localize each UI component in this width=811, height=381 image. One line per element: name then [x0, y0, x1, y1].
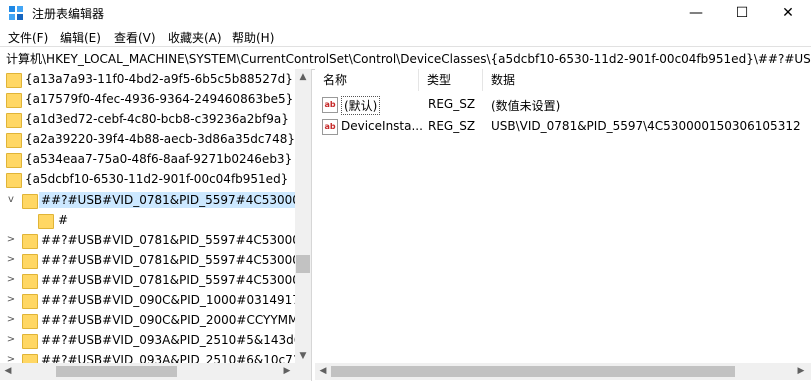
scroll-left-arrow-icon[interactable]: ◀ — [315, 363, 331, 380]
tree-horizontal-scroll-thumb[interactable] — [56, 366, 177, 377]
folder-icon — [22, 254, 38, 269]
folder-icon — [6, 153, 22, 168]
key-tree[interactable]: {a13a7a93-11f0-4bd2-a9f5-6b5c5b88527d} {… — [0, 69, 312, 381]
collapse-chevron-icon[interactable]: v — [6, 195, 16, 205]
tree-node[interactable]: # — [0, 211, 295, 231]
maximize-button[interactable]: ☐ — [719, 0, 765, 26]
column-header-type[interactable]: 类型 — [419, 69, 483, 91]
menu-file[interactable]: 文件(F) — [8, 29, 48, 46]
menu-bar: 文件(F) 编辑(E) 查看(V) 收藏夹(A) 帮助(H) — [0, 26, 811, 46]
tree-node[interactable]: > ##?#USB#VID_093A&PID_2510#5&143d64 — [0, 331, 309, 351]
folder-icon — [22, 294, 38, 309]
value-name: DeviceInsta... — [341, 119, 423, 133]
column-header-name[interactable]: 名称 — [315, 69, 419, 91]
expand-chevron-icon[interactable]: > — [6, 235, 16, 245]
value-type: REG_SZ — [428, 97, 476, 111]
tree-node-label: ##?#USB#VID_090C&PID_1000#031491701 — [41, 293, 312, 307]
folder-icon — [22, 274, 38, 289]
scroll-up-arrow-icon[interactable]: ▲ — [295, 69, 311, 85]
expand-chevron-icon[interactable]: > — [6, 315, 16, 325]
string-value-icon: ab — [322, 119, 338, 135]
expand-chevron-icon[interactable]: > — [6, 295, 16, 305]
window-title: 注册表编辑器 — [32, 7, 105, 21]
tree-vertical-scrollbar[interactable]: ▲ ▼ — [295, 69, 311, 364]
scroll-left-arrow-icon[interactable]: ◀ — [0, 363, 16, 380]
tree-horizontal-scrollbar[interactable]: ◀ ▶ — [0, 363, 295, 380]
expand-chevron-icon[interactable]: > — [6, 335, 16, 345]
folder-icon — [6, 173, 22, 188]
value-name: (默认) — [341, 96, 381, 115]
tree-node-label: ##?#USB#VID_090C&PID_2000#CCYYMMD — [41, 313, 308, 327]
tree-node[interactable]: > ##?#USB#VID_0781&PID_5597#4C5300002 — [0, 271, 311, 291]
menu-help[interactable]: 帮助(H) — [232, 29, 274, 46]
folder-icon — [22, 334, 38, 349]
value-type: REG_SZ — [428, 119, 476, 133]
tree-node-label: ##?#USB#VID_0781&PID_5597#4C5300001 — [39, 192, 311, 208]
scrollbar-corner — [295, 363, 311, 380]
title-bar: 注册表编辑器 — ☐ ✕ — [0, 0, 811, 26]
minimize-button[interactable]: — — [673, 0, 719, 26]
tree-node-label: ##?#USB#VID_0781&PID_5597#4C5300002 — [41, 273, 312, 287]
scroll-right-arrow-icon[interactable]: ▶ — [793, 363, 809, 380]
list-horizontal-scroll-thumb[interactable] — [331, 366, 735, 377]
tree-node[interactable]: {a17579f0-4fec-4936-9364-249460863be5} — [0, 90, 295, 110]
folder-icon — [22, 234, 38, 249]
tree-node-label: {a2a39220-39f4-4b88-aecb-3d86a35dc748} — [25, 132, 295, 146]
tree-node-label: # — [58, 213, 69, 227]
tree-node[interactable]: {a5dcbf10-6530-11d2-901f-00c04fb951ed} — [0, 170, 295, 190]
value-data: (数值未设置) — [491, 99, 561, 113]
value-row[interactable]: ab (默认) REG_SZ (数值未设置) — [315, 95, 811, 115]
tree-node-label: {a5dcbf10-6530-11d2-901f-00c04fb951ed} — [25, 172, 289, 186]
tree-node[interactable]: {a534eaa7-75a0-48f6-8aaf-9271b0246eb3} — [0, 150, 295, 170]
values-list[interactable]: 名称 类型 数据 ab (默认) REG_SZ (数值未设置) ab Devic… — [315, 69, 811, 381]
tree-node-label: {a1d3ed72-cebf-4c80-bcb8-c39236a2bf9a} — [25, 112, 289, 126]
expand-chevron-icon[interactable]: > — [6, 275, 16, 285]
registry-editor-icon — [9, 6, 23, 20]
close-button[interactable]: ✕ — [765, 0, 811, 26]
menu-favorites[interactable]: 收藏夹(A) — [168, 29, 222, 46]
folder-icon — [6, 133, 22, 148]
scroll-down-arrow-icon[interactable]: ▼ — [295, 348, 311, 364]
folder-icon — [22, 194, 38, 209]
tree-node-label: {a17579f0-4fec-4936-9364-249460863be5} — [25, 92, 294, 106]
menu-view[interactable]: 查看(V) — [114, 29, 156, 46]
tree-node-label: {a534eaa7-75a0-48f6-8aaf-9271b0246eb3} — [25, 152, 293, 166]
address-bar[interactable]: 计算机\HKEY_LOCAL_MACHINE\SYSTEM\CurrentCon… — [0, 46, 811, 70]
column-header-data[interactable]: 数据 — [483, 69, 803, 91]
list-horizontal-scrollbar[interactable]: ◀ ▶ — [315, 363, 811, 380]
value-row[interactable]: ab DeviceInsta... REG_SZ USB\VID_0781&PI… — [315, 117, 811, 137]
folder-icon — [6, 113, 22, 128]
folder-icon — [22, 314, 38, 329]
tree-node[interactable]: > ##?#USB#VID_0781&PID_5597#4C5300001 — [0, 231, 311, 251]
scroll-right-arrow-icon[interactable]: ▶ — [279, 363, 295, 380]
tree-node-label: ##?#USB#VID_093A&PID_2510#5&143d64 — [41, 333, 310, 347]
value-data: USB\VID_0781&PID_5597\4C5300001503061053… — [491, 119, 801, 133]
tree-node[interactable]: > ##?#USB#VID_090C&PID_1000#031491701 — [0, 291, 311, 311]
tree-node[interactable]: > ##?#USB#VID_0781&PID_5597#4C5300002 — [0, 251, 311, 271]
folder-icon — [6, 73, 22, 88]
tree-node-label: {a13a7a93-11f0-4bd2-a9f5-6b5c5b88527d} — [25, 72, 293, 86]
tree-node[interactable]: {a2a39220-39f4-4b88-aecb-3d86a35dc748} — [0, 130, 295, 150]
address-path[interactable]: 计算机\HKEY_LOCAL_MACHINE\SYSTEM\CurrentCon… — [6, 50, 811, 67]
tree-vertical-scroll-thumb[interactable] — [296, 255, 310, 273]
string-value-icon: ab — [322, 97, 338, 113]
tree-node-selected[interactable]: v ##?#USB#VID_0781&PID_5597#4C5300001 — [0, 191, 311, 211]
tree-node[interactable]: {a1d3ed72-cebf-4c80-bcb8-c39236a2bf9a} — [0, 110, 295, 130]
tree-node-label: ##?#USB#VID_0781&PID_5597#4C5300001 — [41, 233, 312, 247]
menu-edit[interactable]: 编辑(E) — [60, 29, 101, 46]
tree-node-label: ##?#USB#VID_0781&PID_5597#4C5300002 — [41, 253, 312, 267]
tree-node[interactable]: {a13a7a93-11f0-4bd2-a9f5-6b5c5b88527d} — [0, 70, 295, 90]
tree-node[interactable]: > ##?#USB#VID_090C&PID_2000#CCYYMMD — [0, 311, 308, 331]
folder-icon — [38, 214, 54, 229]
expand-chevron-icon[interactable]: > — [6, 255, 16, 265]
folder-icon — [6, 93, 22, 108]
